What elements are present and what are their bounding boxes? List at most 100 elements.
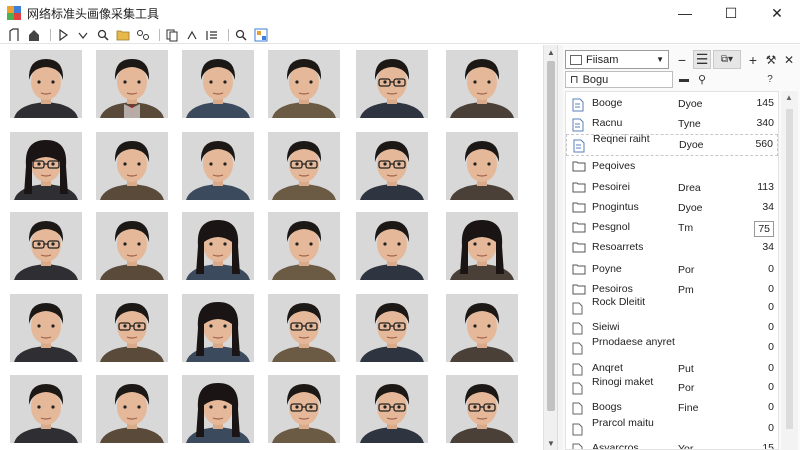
- file-name: Pnogintus: [592, 201, 639, 213]
- portrait-photo[interactable]: [268, 212, 340, 280]
- layout-select-button[interactable]: ⧉▾: [713, 50, 741, 69]
- portrait-photo[interactable]: [182, 50, 254, 118]
- caret-up-icon[interactable]: [184, 27, 200, 43]
- play-icon[interactable]: [55, 27, 71, 43]
- file-name: Racnu: [592, 117, 623, 129]
- file-list-scrollbar[interactable]: ▲: [781, 91, 798, 450]
- portrait-photo[interactable]: [182, 294, 254, 362]
- house-icon[interactable]: [26, 27, 42, 43]
- portrait-photo[interactable]: [268, 375, 340, 443]
- folder-icon: [572, 222, 586, 236]
- portrait-photo[interactable]: [356, 294, 428, 362]
- scrollbar-thumb[interactable]: [547, 61, 555, 411]
- folder-icon: [572, 161, 586, 175]
- portrait-photo[interactable]: [268, 50, 340, 118]
- link-icon[interactable]: [135, 27, 151, 43]
- add-button[interactable]: +: [745, 50, 761, 69]
- list-icon[interactable]: [204, 27, 220, 43]
- portrait-photo[interactable]: [96, 294, 168, 362]
- portrait-photo[interactable]: [96, 375, 168, 443]
- portrait-photo[interactable]: [446, 50, 518, 118]
- file-list-item[interactable]: Boogs Fine 0: [566, 398, 778, 416]
- close-button[interactable]: ✕: [754, 0, 800, 26]
- file-size: 0: [768, 283, 774, 295]
- folder-icon[interactable]: [115, 27, 131, 43]
- portrait-photo[interactable]: [446, 294, 518, 362]
- file-list-item[interactable]: Rinogi maket Por 0: [566, 377, 778, 396]
- menu-button[interactable]: ☰: [693, 50, 711, 69]
- portrait-photo[interactable]: [96, 132, 168, 200]
- collapse-button[interactable]: −: [673, 50, 691, 69]
- app-logo-icon: [7, 6, 21, 20]
- file-type: Dyoe: [678, 98, 703, 110]
- portrait-photo[interactable]: [356, 212, 428, 280]
- chevron-down-icon: ▼: [656, 55, 664, 64]
- new-document-icon[interactable]: [6, 27, 22, 43]
- portrait-photo[interactable]: [10, 132, 82, 200]
- portrait-photo[interactable]: [182, 132, 254, 200]
- file-list-item[interactable]: Pnogintus Dyoe 34: [566, 198, 778, 216]
- file-name: Reqnei raiht: [593, 133, 650, 145]
- file-name: Rock Dleitit: [592, 296, 646, 308]
- file-list-item[interactable]: Sieiwi 0: [566, 318, 778, 336]
- portrait-photo[interactable]: [10, 375, 82, 443]
- file-list-item[interactable]: Pesoirei Drea 113: [566, 178, 778, 196]
- page-icon: [572, 402, 583, 418]
- search-input[interactable]: ⊓ Bogu: [565, 71, 673, 88]
- file-type: Dyoe: [678, 202, 703, 214]
- file-name: Boogs: [592, 401, 622, 413]
- gallery-scrollbar[interactable]: ▲ ▼: [543, 45, 557, 450]
- portrait-photo[interactable]: [446, 132, 518, 200]
- image-tool-icon[interactable]: [253, 27, 269, 43]
- portrait-photo[interactable]: [356, 50, 428, 118]
- portrait-photo[interactable]: [10, 294, 82, 362]
- portrait-photo[interactable]: [10, 212, 82, 280]
- app-window: 网络标准头画像采集工具 — ☐ ✕ ▲ ▼ Fiisam ▼ − ☰ ⧉▾ + …: [0, 0, 800, 450]
- help-icon[interactable]: ?: [763, 72, 777, 87]
- file-list-item[interactable]: Reqnei raiht Dyoe 560: [566, 134, 778, 156]
- magnifier-icon[interactable]: [95, 27, 111, 43]
- file-list-item[interactable]: Prarcol maitu 0: [566, 418, 778, 437]
- portrait-photo[interactable]: [356, 375, 428, 443]
- list-view-icon[interactable]: ▬: [677, 72, 691, 87]
- maximize-button[interactable]: ☐: [708, 0, 754, 26]
- file-size: 34: [762, 241, 774, 253]
- scroll-down-icon[interactable]: ▼: [544, 436, 558, 450]
- file-list-item[interactable]: Peqoives: [566, 157, 778, 175]
- scroll-up-icon[interactable]: ▲: [544, 45, 558, 59]
- file-list-item[interactable]: Rock Dleitit 0: [566, 296, 778, 316]
- file-list-item[interactable]: Booge Dyoe 145: [566, 94, 778, 112]
- scroll-up-icon[interactable]: ▲: [785, 93, 793, 102]
- minimize-button[interactable]: —: [662, 0, 708, 26]
- file-list-item[interactable]: Racnu Tyne 340: [566, 114, 778, 132]
- portrait-photo[interactable]: [356, 132, 428, 200]
- toolbar-separator: [159, 28, 160, 41]
- file-list-item[interactable]: Anqret Put 0: [566, 359, 778, 377]
- portrait-photo[interactable]: [446, 375, 518, 443]
- copy-icon[interactable]: [164, 27, 180, 43]
- file-list-item[interactable]: Prnodaese anyret 0: [566, 337, 778, 358]
- file-list-item[interactable]: Pesgnol Tm 75: [566, 218, 778, 238]
- portrait-photo[interactable]: [96, 212, 168, 280]
- filter-icon: ⊓: [570, 74, 579, 86]
- portrait-photo[interactable]: [446, 212, 518, 280]
- portrait-photo[interactable]: [182, 212, 254, 280]
- file-list-item[interactable]: Asyarcros Yor 15: [566, 439, 778, 450]
- search-icon[interactable]: [233, 27, 249, 43]
- file-panel: Fiisam ▼ − ☰ ⧉▾ + ⚒ ✕ ⊓ Bogu ▬ ⚲ ? Booge…: [563, 45, 800, 450]
- wrench-button[interactable]: ⚒: [763, 50, 779, 69]
- file-list-item[interactable]: Resoarrets 34: [566, 238, 778, 256]
- portrait-photo[interactable]: [268, 294, 340, 362]
- panel-close-button[interactable]: ✕: [781, 50, 797, 69]
- file-type: Yor: [678, 443, 694, 450]
- scrollbar-thumb[interactable]: [786, 109, 793, 429]
- file-list-item[interactable]: Poyne Por 0: [566, 260, 778, 278]
- search-icon[interactable]: ⚲: [695, 72, 709, 87]
- view-select[interactable]: Fiisam ▼: [565, 50, 669, 69]
- portrait-photo[interactable]: [268, 132, 340, 200]
- portrait-photo[interactable]: [10, 50, 82, 118]
- portrait-photo[interactable]: [96, 50, 168, 118]
- chevron-down-icon[interactable]: [75, 27, 91, 43]
- file-type: Por: [678, 382, 695, 394]
- portrait-photo[interactable]: [182, 375, 254, 443]
